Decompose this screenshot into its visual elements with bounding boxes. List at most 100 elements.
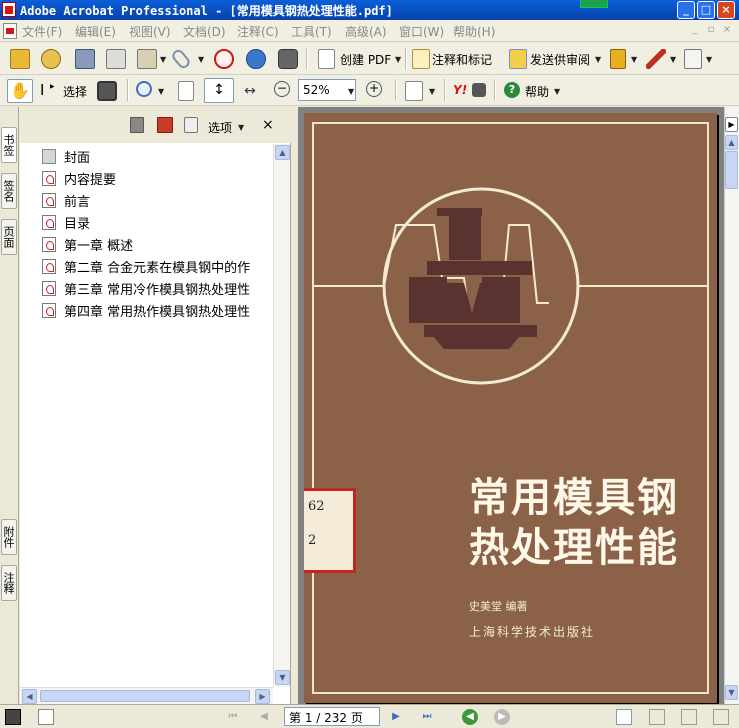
chevron-down-icon[interactable]: ▼ (595, 55, 601, 64)
scroll-right-icon[interactable]: ▶ (255, 689, 270, 704)
scroll-down-icon[interactable]: ▼ (725, 685, 738, 700)
zoom-in-magnifier-icon[interactable] (136, 81, 152, 97)
menu-document[interactable]: 文档(D) (183, 23, 226, 40)
doc-restore-icon[interactable]: ▫ (705, 24, 717, 36)
email-globe-icon[interactable] (246, 49, 266, 69)
bookmarks-horizontal-scrollbar[interactable]: ◀ ▶ (20, 687, 273, 704)
chevron-down-icon[interactable]: ▼ (670, 55, 676, 64)
close-panel-icon[interactable]: × (262, 117, 274, 133)
menu-help[interactable]: 帮助(H) (453, 23, 495, 40)
zoom-in-icon[interactable]: + (366, 81, 382, 97)
sign-pen-icon[interactable] (646, 49, 666, 69)
page-number-field[interactable]: 第 1 / 232 页 (284, 707, 380, 726)
fit-page-icon[interactable]: ↕ (204, 78, 234, 103)
rotate-page-icon[interactable] (405, 81, 423, 101)
email-tools-icon[interactable] (137, 49, 157, 69)
bookmark-item[interactable]: 第三章 常用冷作模具钢热处理性 (42, 278, 273, 298)
zoom-out-icon[interactable]: − (274, 81, 290, 97)
vertical-scroll-thumb[interactable] (725, 151, 738, 189)
yahoo-search-icon[interactable]: Y! (453, 83, 467, 97)
chevron-down-icon[interactable]: ▼ (238, 123, 244, 132)
close-button[interactable]: × (717, 1, 735, 19)
horizontal-scroll-thumb[interactable] (40, 690, 250, 702)
bookmarks-vertical-scrollbar[interactable]: ▲ ▼ (273, 144, 290, 687)
scroll-up-icon[interactable]: ▲ (275, 145, 290, 160)
first-page-icon[interactable]: ⏮ (225, 709, 241, 725)
single-page-icon[interactable] (616, 709, 632, 725)
expand-bookmark-icon[interactable] (184, 117, 198, 133)
maximize-button[interactable]: □ (697, 1, 715, 19)
help-label[interactable]: 帮助 (525, 83, 549, 100)
tab-bookmarks[interactable]: 书签 (1, 127, 17, 163)
chevron-down-icon[interactable]: ▼ (395, 55, 401, 64)
scroll-left-icon[interactable]: ◀ (22, 689, 37, 704)
tab-comments[interactable]: 注释 (1, 565, 17, 601)
bookmark-item[interactable]: 第一章 概述 (42, 234, 273, 254)
continuous-facing-icon[interactable] (713, 709, 729, 725)
scroll-up-icon[interactable]: ▲ (725, 135, 738, 150)
chevron-down-icon[interactable]: ▼ (706, 55, 712, 64)
menu-advanced[interactable]: 高级(A) (345, 23, 387, 40)
facing-page-icon[interactable] (681, 709, 697, 725)
bookmark-item[interactable]: 目录 (42, 212, 273, 232)
create-pdf-icon[interactable] (318, 49, 335, 69)
tab-signatures[interactable]: 签名 (1, 173, 17, 209)
chevron-down-icon[interactable]: ▼ (429, 87, 435, 96)
comment-markup-label[interactable]: 注释和标记 (432, 51, 492, 68)
last-page-icon[interactable]: ⏭ (419, 709, 435, 725)
select-arrow-icon[interactable]: ▶ (50, 83, 55, 90)
continuous-page-icon[interactable] (649, 709, 665, 725)
bookmark-item[interactable]: 封面 (42, 146, 273, 166)
chevron-down-icon[interactable]: ▼ (631, 55, 637, 64)
panel-splitter[interactable] (291, 107, 298, 704)
menu-edit[interactable]: 编辑(E) (75, 23, 116, 40)
chevron-down-icon[interactable]: ▼ (198, 55, 204, 64)
options-menu[interactable]: 选项 (208, 119, 232, 136)
doc-minimize-icon[interactable]: _ (689, 24, 701, 36)
panel-expand-icon[interactable]: ▶ (725, 117, 738, 132)
send-review-label[interactable]: 发送供审阅 (530, 51, 590, 68)
chevron-down-icon[interactable]: ▼ (158, 87, 164, 96)
page-thumbnail-icon[interactable] (5, 709, 21, 725)
print-icon[interactable] (106, 49, 126, 69)
organizer-icon[interactable] (41, 49, 61, 69)
menu-comments[interactable]: 注释(C) (237, 23, 279, 40)
snapshot-camera-icon[interactable] (97, 81, 117, 101)
document-icon[interactable] (3, 23, 17, 39)
doc-close-icon[interactable]: × (721, 24, 733, 36)
new-bookmark-icon[interactable] (157, 117, 173, 133)
tab-pages[interactable]: 页面 (1, 219, 17, 255)
chevron-down-icon[interactable]: ▼ (160, 55, 166, 64)
comment-markup-icon[interactable] (412, 49, 430, 69)
previous-view-icon[interactable]: ◀ (462, 709, 478, 725)
trash-delete-icon[interactable] (130, 117, 144, 133)
actual-size-icon[interactable] (178, 81, 194, 101)
bookmark-item[interactable]: 第二章 合金元素在模具钢中的作 (42, 256, 273, 276)
document-properties-icon[interactable] (38, 709, 54, 725)
hand-tool-icon[interactable]: ✋ (7, 79, 33, 103)
tab-attachments[interactable]: 附件 (1, 519, 17, 555)
select-tool-label[interactable]: 选择 (63, 83, 87, 100)
create-pdf-label[interactable]: 创建 PDF (340, 51, 391, 68)
bookmark-item[interactable]: 第四章 常用热作模具钢热处理性 (42, 300, 273, 320)
binoculars-search-icon[interactable] (278, 49, 298, 69)
next-page-icon[interactable]: ▶ (388, 709, 404, 725)
chevron-down-icon[interactable]: ▼ (554, 87, 560, 96)
document-vertical-scrollbar[interactable]: ▶ ▲ ▼ (724, 107, 739, 704)
select-cursor-icon[interactable]: I (40, 81, 44, 99)
fit-width-icon[interactable]: ↔ (240, 81, 260, 101)
scroll-down-icon[interactable]: ▼ (275, 670, 290, 685)
bookmark-item[interactable]: 前言 (42, 190, 273, 210)
menu-tools[interactable]: 工具(T) (291, 23, 332, 40)
send-review-icon[interactable] (509, 49, 527, 69)
forms-icon[interactable] (684, 49, 702, 69)
lock-secure-icon[interactable] (610, 49, 626, 69)
digital-seal-icon[interactable] (214, 49, 234, 69)
menu-window[interactable]: 窗口(W) (399, 23, 444, 40)
attach-paperclip-icon[interactable] (169, 47, 193, 71)
menu-view[interactable]: 视图(V) (129, 23, 171, 40)
save-icon[interactable] (75, 49, 95, 69)
open-folder-icon[interactable] (10, 49, 30, 69)
binoculars-icon[interactable] (472, 83, 486, 97)
next-view-icon[interactable]: ▶ (494, 709, 510, 725)
